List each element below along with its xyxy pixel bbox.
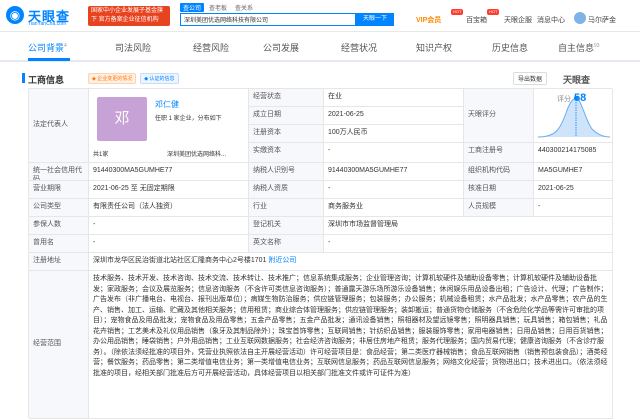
search-tab-company[interactable]: 查公司 bbox=[180, 3, 205, 12]
address-cell: 深圳市龙华区民治街道北站社区汇隆商务中心2号楼1701 附近公司 bbox=[89, 253, 613, 271]
est-value: 2021-06-25 bbox=[324, 107, 464, 125]
logo[interactable]: ◉ 天眼查 TianYanCha.com bbox=[6, 6, 88, 28]
paid-capital-label: 实缴资本 bbox=[249, 143, 324, 163]
promo-banner[interactable]: 国家中小企业发展子基金旗下 官方备案企业征信机构 bbox=[88, 6, 170, 26]
english-name-label: 英文名称 bbox=[249, 235, 324, 253]
tab-self-info[interactable]: 自主信息93 bbox=[558, 41, 600, 54]
baibaoxiang-hot-badge: HOT bbox=[487, 9, 500, 15]
bizno-label: 工商注册号 bbox=[464, 143, 534, 163]
rep-summary: 任职 1 家企业，分布如下 bbox=[155, 116, 222, 122]
est-label: 成立日期 bbox=[249, 107, 324, 125]
rep-name[interactable]: 邓仁健 bbox=[155, 99, 179, 110]
logo-sub: TianYanCha.com bbox=[28, 21, 67, 27]
org-label: 组织机构代码 bbox=[464, 163, 534, 181]
insured-value: - bbox=[89, 217, 249, 235]
approval-label: 核准日期 bbox=[464, 181, 534, 199]
paid-capital-value: - bbox=[324, 143, 464, 163]
user-name[interactable]: 马尔萨金 bbox=[588, 15, 616, 25]
scope-label: 经营范围 bbox=[29, 271, 89, 419]
score-value: 58 bbox=[574, 92, 587, 104]
industry-value: 商务服务业 bbox=[324, 199, 464, 217]
search-input[interactable] bbox=[181, 14, 357, 25]
search-tab-boss[interactable]: 查老板 bbox=[206, 3, 230, 12]
capital-value: 100万人民币 bbox=[324, 125, 464, 143]
taxpayer-qual-label: 纳税人资质 bbox=[249, 181, 324, 199]
tab-operating-risk[interactable]: 经营风险 bbox=[193, 41, 229, 54]
insured-label: 参保人数 bbox=[29, 217, 89, 235]
registrar-label: 登记机关 bbox=[249, 217, 324, 235]
top-bar: ◉ 天眼查 TianYanCha.com 国家中小企业发展子基金旗下 官方备案企… bbox=[0, 0, 640, 32]
term-label: 营业期限 bbox=[29, 181, 89, 199]
staff-label: 人员规模 bbox=[464, 199, 534, 217]
taxpayer-qual-value: - bbox=[324, 181, 464, 199]
vip-hot-badge: HOT bbox=[451, 9, 464, 15]
nav-baibaoxiang[interactable]: 百宝箱 bbox=[466, 15, 487, 25]
uscc-label: 统一社会信用代码 bbox=[29, 163, 89, 181]
capital-label: 注册资本 bbox=[249, 125, 324, 143]
search-box bbox=[180, 13, 357, 26]
export-button[interactable]: 导出数据 bbox=[513, 72, 548, 85]
user-avatar[interactable] bbox=[574, 12, 586, 24]
tab-company-development[interactable]: 公司发展 bbox=[263, 41, 299, 54]
tab-company-background[interactable]: 公司背景4 bbox=[28, 41, 67, 54]
vip-link[interactable]: VIP会员 bbox=[416, 15, 441, 25]
former-name-label: 曾用名 bbox=[29, 235, 89, 253]
info-table: 法定代表人 邓 邓仁健 任职 1 家企业，分布如下 共1家 深圳美团优选网络科.… bbox=[28, 88, 613, 419]
type-value: 有限责任公司（法人独资） bbox=[89, 199, 249, 217]
scope-value: 技术服务、技术开发、技术咨询、技术交流、技术转让、技术推广；信息系统集成服务；企… bbox=[89, 271, 613, 419]
nearby-companies-link[interactable]: 附近公司 bbox=[268, 257, 296, 264]
search-button[interactable]: 天眼一下 bbox=[356, 13, 394, 26]
search-tab-relation[interactable]: 查关系 bbox=[232, 3, 256, 12]
tab-operating-status[interactable]: 经营状况 bbox=[341, 41, 377, 54]
rep-company-link[interactable]: 深圳美团优选网络科... bbox=[167, 149, 226, 158]
nav-messages[interactable]: 消息中心 bbox=[537, 15, 565, 25]
rep-avatar[interactable]: 邓 bbox=[97, 97, 147, 141]
rep-label: 法定代表人 bbox=[29, 89, 89, 163]
industry-label: 行业 bbox=[249, 199, 324, 217]
section-title: 工商信息 bbox=[22, 73, 64, 86]
score-text: 评分 bbox=[557, 96, 571, 103]
english-name-value: - bbox=[324, 235, 613, 253]
org-value: MA5GUMHE7 bbox=[534, 163, 613, 181]
business-info-section: 工商信息 ◆ 企业变更的情况 ◆ 认证的信息 导出数据 天眼查 法定代表人 邓 邓… bbox=[22, 70, 620, 419]
score-label: 天眼评分 bbox=[464, 89, 534, 143]
tax-label: 纳税人识别号 bbox=[249, 163, 324, 181]
address-label: 注册地址 bbox=[29, 253, 89, 271]
tab-ip[interactable]: 知识产权 bbox=[416, 41, 452, 54]
uscc-value: 91440300MA5GUMHE77 bbox=[89, 163, 249, 181]
nav-qifu[interactable]: 天眼企服 bbox=[504, 15, 532, 25]
bizno-value: 440300214175085 bbox=[534, 143, 613, 163]
rep-count: 共1家 bbox=[93, 152, 109, 158]
active-tab-underline bbox=[28, 58, 70, 61]
tab-history[interactable]: 历史信息 bbox=[492, 41, 528, 54]
search-type-tabs: 查公司 查老板 查关系 bbox=[180, 3, 258, 12]
term-value: 2021-06-25 至 无固定期限 bbox=[89, 181, 249, 199]
brand-watermark: 天眼查 bbox=[563, 75, 591, 85]
approval-value: 2021-06-25 bbox=[534, 181, 613, 199]
verify-tag[interactable]: ◆ 认证的信息 bbox=[140, 73, 179, 84]
type-label: 公司类型 bbox=[29, 199, 89, 217]
tax-value: 91440300MA5GUMHE77 bbox=[324, 163, 464, 181]
former-name-value: - bbox=[89, 235, 249, 253]
section-tags: ◆ 企业变更的情况 ◆ 认证的信息 bbox=[88, 73, 183, 84]
address-value: 深圳市龙华区民治街道北站社区汇隆商务中心2号楼1701 bbox=[93, 257, 267, 264]
status-label: 经营状态 bbox=[249, 89, 324, 107]
tab-judicial-risk[interactable]: 司法风险 bbox=[115, 41, 151, 54]
logo-eye-icon: ◉ bbox=[6, 6, 24, 24]
company-tabs: 公司背景4 司法风险 经营风险 公司发展 经营状况 知识产权 历史信息 自主信息… bbox=[0, 32, 640, 62]
staff-value: - bbox=[534, 199, 613, 217]
status-value: 在业 bbox=[324, 89, 464, 107]
registrar-value: 深圳市市场监督管理局 bbox=[324, 217, 613, 235]
change-tag[interactable]: ◆ 企业变更的情况 bbox=[88, 73, 137, 84]
